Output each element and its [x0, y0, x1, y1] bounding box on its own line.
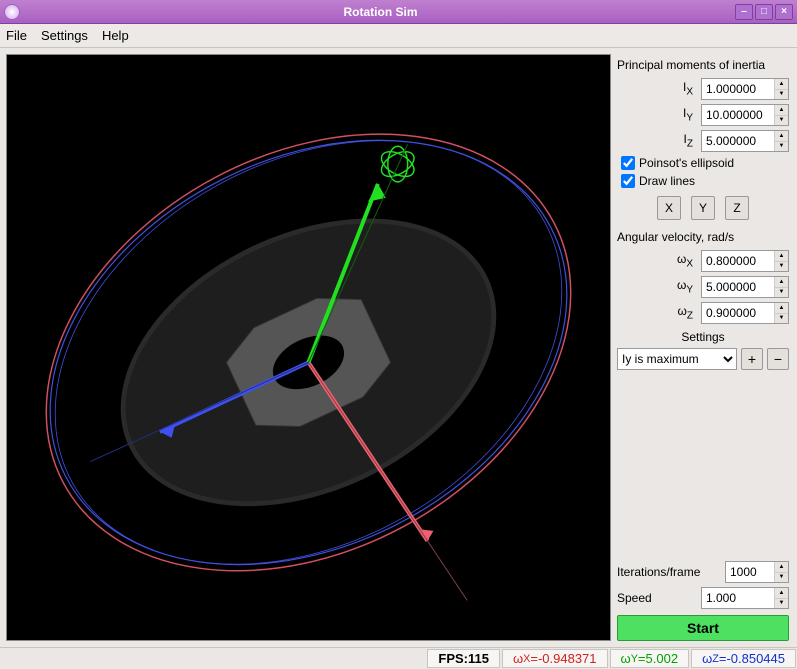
wz-up[interactable]: ▲ [775, 303, 788, 314]
iy-input[interactable] [702, 105, 774, 125]
start-button[interactable]: Start [617, 615, 789, 641]
wx-up[interactable]: ▲ [775, 251, 788, 262]
iterations-label: Iterations/frame [617, 565, 721, 579]
wx-down[interactable]: ▼ [775, 262, 788, 272]
preset-add-button[interactable]: + [741, 348, 763, 370]
titlebar: Rotation Sim – □ × [0, 0, 797, 24]
poinsot-label: Poinsot's ellipsoid [639, 156, 734, 170]
minimize-button[interactable]: – [735, 4, 753, 20]
axis-y-button[interactable]: Y [691, 196, 715, 220]
angular-title: Angular velocity, rad/s [617, 230, 789, 244]
menu-settings[interactable]: Settings [41, 28, 88, 43]
maximize-button[interactable]: □ [755, 4, 773, 20]
wz-label: ωZ [617, 304, 697, 321]
ix-input[interactable] [702, 79, 774, 99]
statusbar: FPS: 115 ωX = -0.948371 ωY = 5.002 ωZ = … [0, 647, 797, 669]
status-wx: ωX = -0.948371 [502, 649, 608, 668]
settings-title: Settings [617, 330, 789, 344]
wx-label: ωX [617, 252, 697, 269]
wy-input[interactable] [702, 277, 774, 297]
iz-up[interactable]: ▲ [775, 131, 788, 142]
window-title: Rotation Sim [26, 5, 735, 19]
sidebar: Principal moments of inertia IX ▲▼ IY ▲▼… [617, 48, 797, 647]
drawlines-label: Draw lines [639, 174, 695, 188]
menu-help[interactable]: Help [102, 28, 129, 43]
preset-remove-button[interactable]: − [767, 348, 789, 370]
axis-x-button[interactable]: X [657, 196, 681, 220]
speed-input[interactable] [702, 588, 774, 608]
status-fps: FPS: 115 [427, 649, 500, 668]
iz-label: IZ [617, 132, 697, 149]
iy-down[interactable]: ▼ [775, 116, 788, 126]
iz-down[interactable]: ▼ [775, 142, 788, 152]
drawlines-checkbox[interactable] [621, 174, 635, 188]
ix-label: IX [617, 80, 697, 97]
menu-file[interactable]: File [6, 28, 27, 43]
preset-select[interactable]: Iy is maximum [617, 348, 737, 370]
wz-down[interactable]: ▼ [775, 314, 788, 324]
app-icon [4, 4, 20, 20]
wy-down[interactable]: ▼ [775, 288, 788, 298]
speed-up[interactable]: ▲ [775, 588, 788, 599]
wy-up[interactable]: ▲ [775, 277, 788, 288]
menubar: File Settings Help [0, 24, 797, 48]
close-button[interactable]: × [775, 4, 793, 20]
status-wy: ωY = 5.002 [610, 649, 690, 668]
ix-up[interactable]: ▲ [775, 79, 788, 90]
iter-down[interactable]: ▼ [775, 573, 788, 583]
status-wz: ωZ = -0.850445 [691, 649, 796, 668]
poinsot-checkbox[interactable] [621, 156, 635, 170]
iy-label: IY [617, 106, 697, 123]
ix-down[interactable]: ▼ [775, 90, 788, 100]
iy-up[interactable]: ▲ [775, 105, 788, 116]
axis-z-button[interactable]: Z [725, 196, 749, 220]
iter-up[interactable]: ▲ [775, 562, 788, 573]
iterations-input[interactable] [726, 562, 774, 582]
wx-input[interactable] [702, 251, 774, 271]
speed-label: Speed [617, 591, 697, 605]
wy-label: ωY [617, 278, 697, 295]
speed-down[interactable]: ▼ [775, 599, 788, 609]
viewport-3d[interactable] [6, 54, 611, 641]
wz-input[interactable] [702, 303, 774, 323]
iz-input[interactable] [702, 131, 774, 151]
inertia-title: Principal moments of inertia [617, 58, 789, 72]
